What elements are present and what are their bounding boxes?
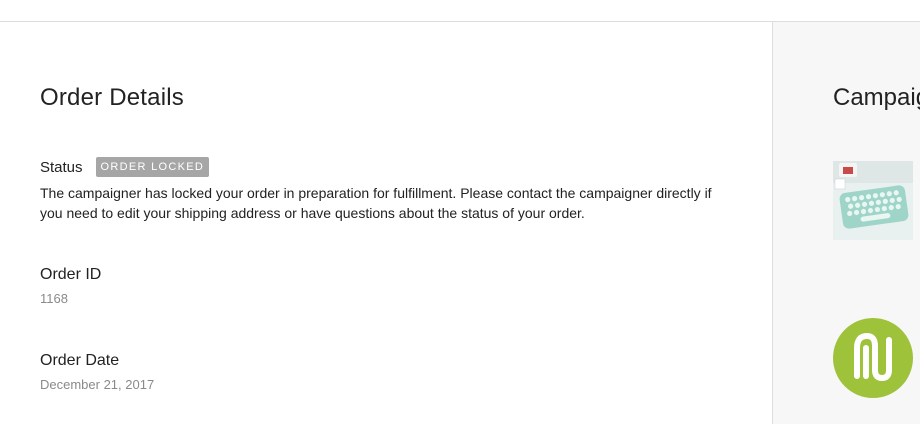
- campaigner-logo-icon: [833, 318, 913, 398]
- status-label: Status: [40, 158, 83, 176]
- page-title: Order Details: [40, 84, 184, 111]
- campaign-title: Campaign: [833, 84, 920, 111]
- keyboard-product-icon: [833, 161, 913, 240]
- order-date-value: December 21, 2017: [40, 377, 155, 392]
- campaign-sidebar: Campaign: [772, 22, 920, 424]
- order-details-panel: Order Details Status ORDER LOCKED The ca…: [0, 22, 772, 424]
- order-id-label: Order ID: [40, 266, 102, 283]
- status-badge: ORDER LOCKED: [95, 157, 210, 177]
- status-row: Status ORDER LOCKED: [40, 157, 210, 177]
- top-bar: [0, 0, 920, 22]
- status-description: The campaigner has locked your order in …: [40, 185, 712, 221]
- order-date-label: Order Date: [40, 352, 120, 369]
- campaigner-logo[interactable]: [833, 318, 913, 398]
- campaign-thumbnail[interactable]: [833, 161, 913, 240]
- order-id-value: 1168: [40, 291, 68, 306]
